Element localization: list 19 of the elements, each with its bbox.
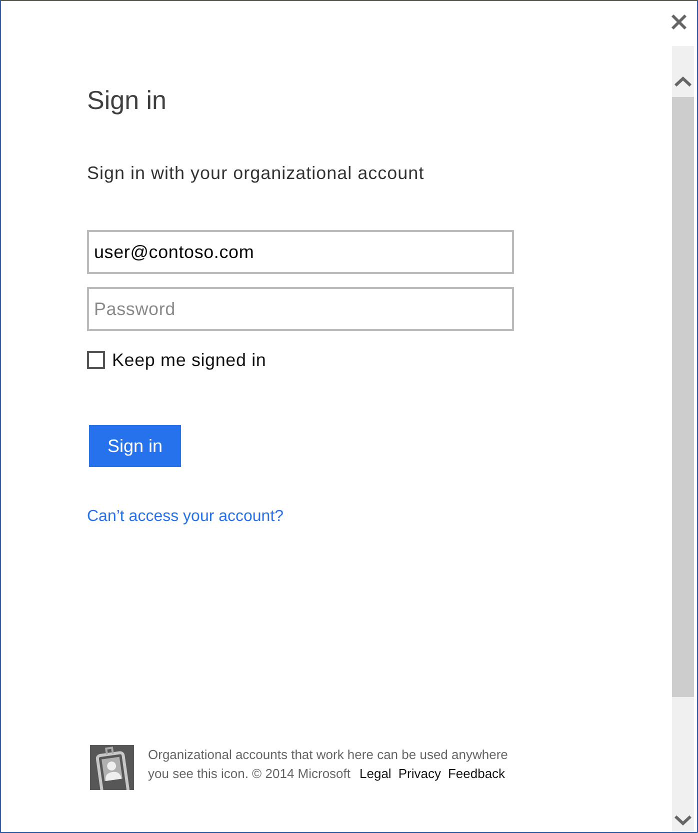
footer-text: Organizational accounts that work here can be used anywhere you see this icon. © 2014 Microsoft Legal Privacy Feedback xyxy=(148,746,509,783)
scroll-up-button[interactable] xyxy=(672,46,694,97)
id-badge-icon xyxy=(90,745,134,790)
scrollbar-thumb[interactable] xyxy=(672,97,694,697)
close-icon[interactable] xyxy=(671,14,687,30)
email-field[interactable]: user@contoso.com xyxy=(87,230,514,274)
footer-link[interactable]: Legal xyxy=(360,766,392,781)
help-link[interactable]: Can’t access your account? xyxy=(87,506,284,528)
password-field[interactable]: Password xyxy=(87,287,514,331)
dialog-title: Sign in xyxy=(87,84,168,116)
sign-in-button[interactable]: Sign in xyxy=(89,425,181,467)
checkbox[interactable] xyxy=(87,351,105,369)
chevron-down-icon xyxy=(674,815,692,826)
footer-link[interactable]: Privacy xyxy=(398,766,441,781)
dialog-subtitle: Sign in with your organizational account xyxy=(87,162,426,185)
checkbox-label[interactable]: Keep me signed in xyxy=(112,348,266,372)
chevron-up-icon xyxy=(674,76,692,87)
scroll-down-button[interactable] xyxy=(672,809,694,832)
footer-link[interactable]: Feedback xyxy=(448,766,506,781)
